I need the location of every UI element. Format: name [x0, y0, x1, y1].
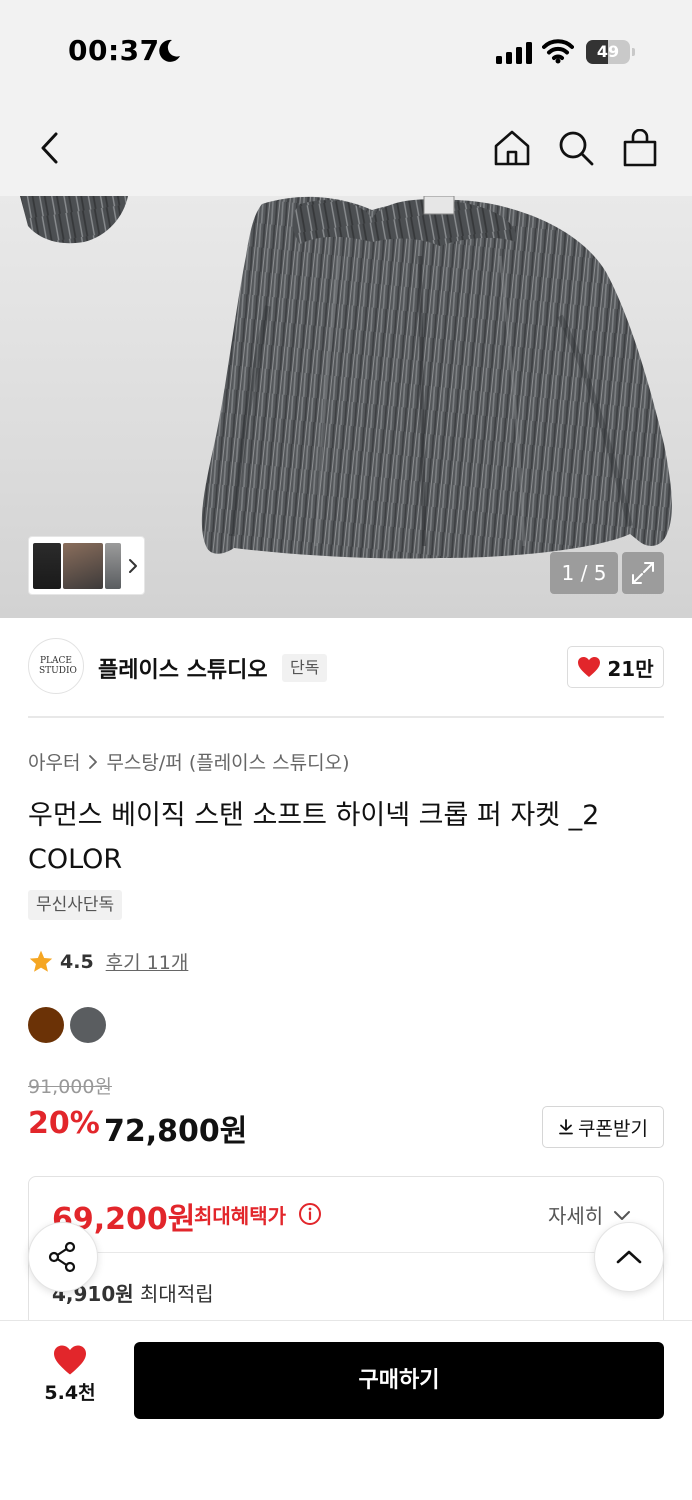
- status-bar: 00:37 49: [0, 0, 692, 100]
- breadcrumb-item-category[interactable]: 무스탕/퍼 (플레이스 스튜디오): [106, 748, 349, 775]
- max-benefit-label: 최대혜택가: [194, 1204, 286, 1228]
- status-time: 00:37: [68, 34, 160, 67]
- wishlist-button[interactable]: 5.4천: [30, 1344, 110, 1424]
- benefit-detail-label: 자세히: [548, 1204, 604, 1228]
- thumbnail-strip[interactable]: [28, 536, 145, 595]
- coupon-button[interactable]: 쿠폰받기: [542, 1106, 664, 1148]
- benefit-divider: [52, 1252, 640, 1253]
- exclusive-badge: 단독: [282, 654, 328, 682]
- heart-icon: [578, 657, 601, 677]
- thumbnail-1[interactable]: [33, 543, 61, 589]
- wifi-icon: [542, 39, 574, 64]
- moon-icon: [159, 39, 180, 62]
- chevron-right-icon: [88, 754, 98, 770]
- brand-like-count: 21만: [607, 656, 654, 681]
- battery-icon: 49: [586, 40, 635, 64]
- image-pager: 1 / 5: [550, 552, 618, 594]
- back-button[interactable]: [30, 128, 70, 168]
- share-icon: [48, 1241, 76, 1273]
- brand-like-button[interactable]: 21만: [567, 646, 664, 688]
- scroll-top-button[interactable]: [594, 1222, 664, 1292]
- color-swatch-gray[interactable]: [70, 1007, 106, 1043]
- buy-button[interactable]: 구매하기: [134, 1342, 664, 1419]
- sale-price: 72,800원: [104, 1114, 248, 1149]
- breadcrumb-item-outer[interactable]: 아우터: [28, 748, 80, 775]
- download-icon: [559, 1119, 573, 1135]
- star-icon: [29, 950, 53, 972]
- chevron-up-icon: [616, 1250, 642, 1264]
- thumbnail-next-icon: [129, 559, 137, 573]
- heart-filled-icon: [54, 1345, 86, 1375]
- original-price: 91,000원: [28, 1076, 112, 1098]
- thumbnail-3[interactable]: [105, 543, 121, 589]
- rating-score: 4.5: [60, 950, 94, 973]
- chevron-down-icon: [614, 1210, 631, 1220]
- discount-rate: 20%: [28, 1106, 100, 1141]
- info-icon[interactable]: [298, 1202, 322, 1226]
- signal-icon: [496, 42, 532, 64]
- home-button[interactable]: [492, 128, 532, 168]
- brand-logo-text: PLACE STUDIO: [39, 656, 77, 676]
- musinsa-exclusive-tag: 무신사단독: [28, 890, 123, 920]
- expand-image-button[interactable]: [622, 552, 664, 594]
- thumbnail-2[interactable]: [63, 543, 103, 589]
- expand-icon: [632, 562, 654, 584]
- battery-level: 49: [596, 42, 620, 61]
- shopping-bag-icon: [623, 129, 657, 167]
- wishlist-count: 5.4천: [44, 1382, 96, 1404]
- section-divider: [28, 716, 664, 718]
- cart-button[interactable]: [620, 128, 660, 168]
- search-icon: [559, 131, 594, 166]
- product-title: 우먼스 베이직 스탠 소프트 하이넥 크롭 퍼 자켓 _2 COLOR: [28, 800, 600, 875]
- color-swatch-brown[interactable]: [28, 1007, 64, 1043]
- points-label: 최대적립: [140, 1282, 214, 1306]
- back-chevron-icon: [41, 132, 58, 164]
- search-button[interactable]: [556, 128, 596, 168]
- brand-name[interactable]: 플레이스 스튜디오: [98, 652, 268, 684]
- brand-logo[interactable]: PLACE STUDIO: [28, 638, 84, 694]
- rating-summary: 4.5 후기 11개: [28, 948, 188, 975]
- thumbnail-next-button[interactable]: [125, 549, 141, 583]
- share-button[interactable]: [28, 1222, 98, 1292]
- home-icon: [494, 130, 530, 166]
- review-link[interactable]: 후기 11개: [106, 948, 189, 975]
- breadcrumb: 아우터 무스탕/퍼 (플레이스 스튜디오): [28, 748, 350, 775]
- coupon-button-label: 쿠폰받기: [578, 1117, 648, 1140]
